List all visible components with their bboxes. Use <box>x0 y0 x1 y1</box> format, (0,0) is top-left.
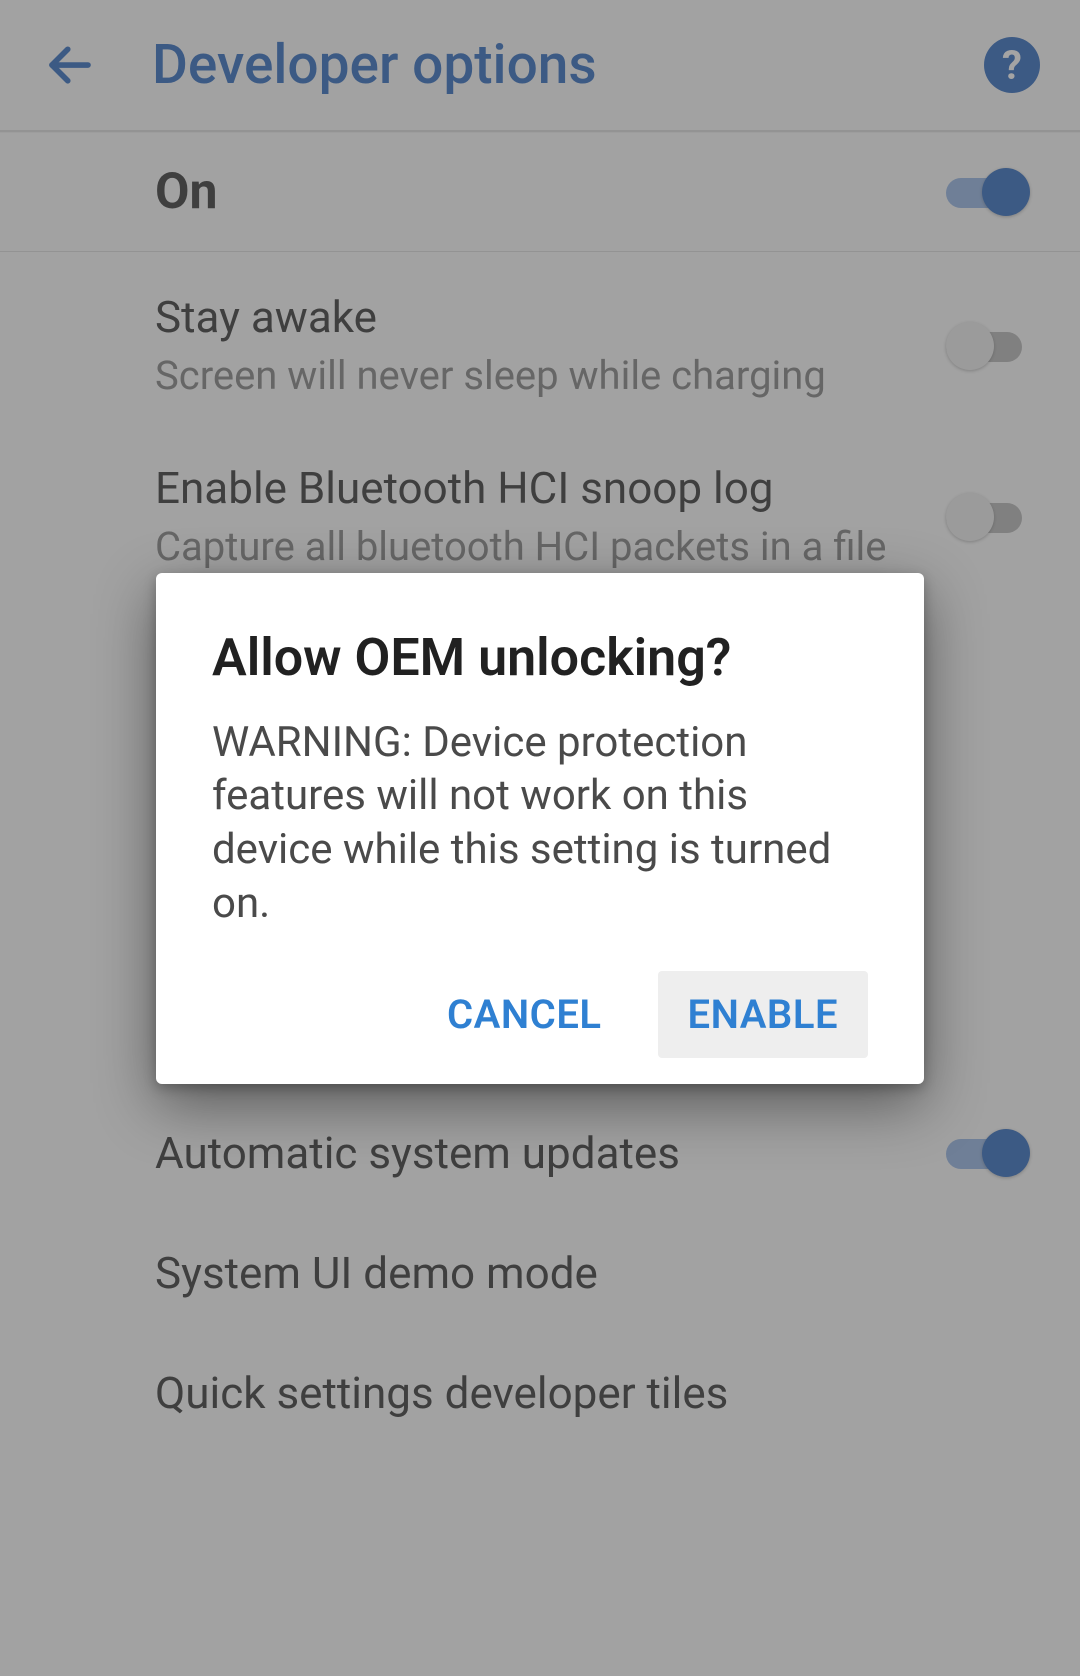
cancel-button[interactable]: CANCEL <box>417 971 631 1058</box>
oem-unlock-dialog: Allow OEM unlocking? WARNING: Device pro… <box>156 573 924 1084</box>
dialog-layer: Allow OEM unlocking? WARNING: Device pro… <box>0 0 1080 1676</box>
enable-button[interactable]: ENABLE <box>658 971 868 1058</box>
dialog-actions: CANCEL ENABLE <box>212 971 868 1058</box>
dialog-title: Allow OEM unlocking? <box>212 627 868 688</box>
dialog-body: WARNING: Device protection features will… <box>212 716 868 931</box>
